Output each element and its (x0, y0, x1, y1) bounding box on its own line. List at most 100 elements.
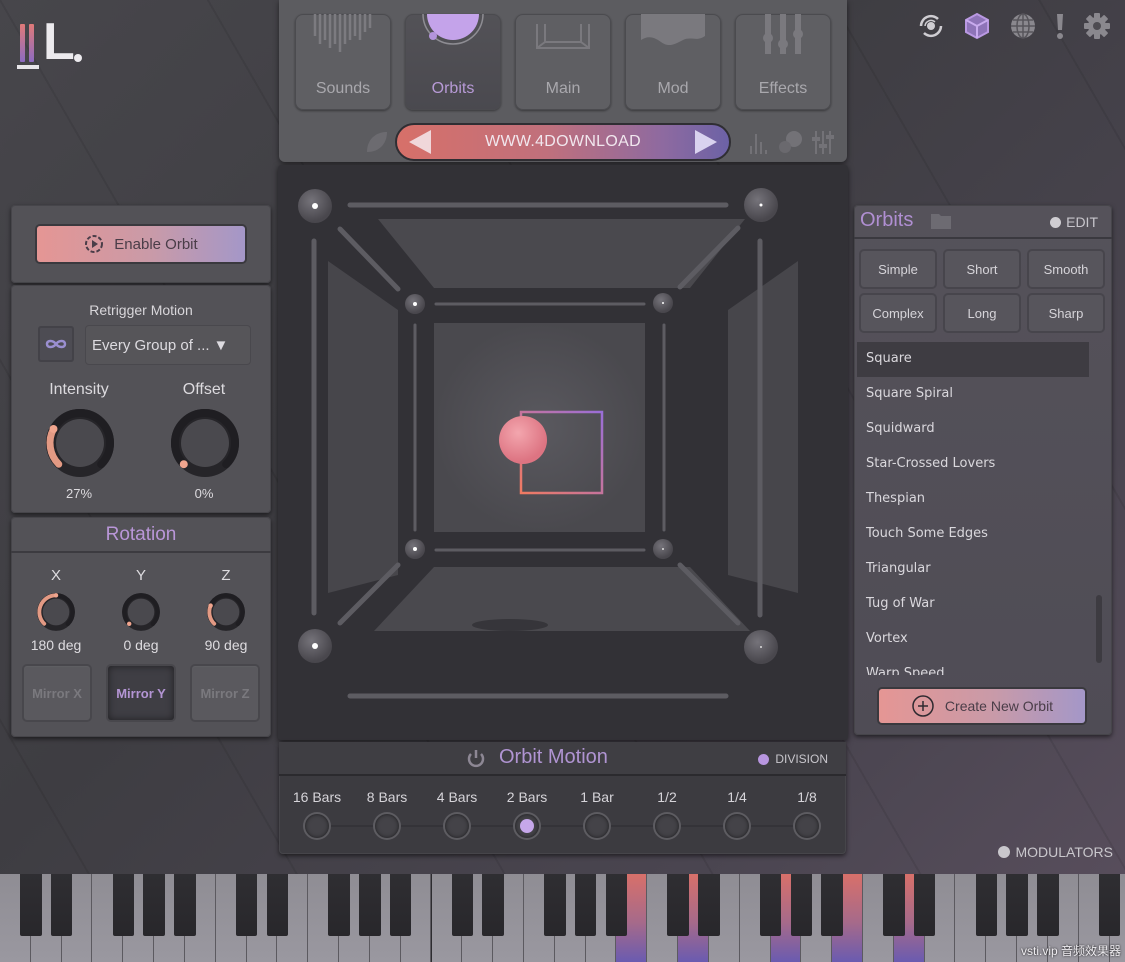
black-key[interactable] (605, 874, 628, 936)
division-toggle[interactable]: DIVISION (758, 752, 828, 766)
intensity-knob[interactable] (44, 407, 116, 479)
black-key[interactable] (50, 874, 73, 936)
division-label-6: 1/4 (727, 789, 747, 805)
edit-toggle[interactable]: EDIT (1050, 214, 1098, 230)
black-key[interactable] (328, 874, 350, 936)
next-preset-button[interactable] (695, 130, 717, 154)
rotation-z-knob[interactable] (206, 592, 246, 632)
power-icon[interactable] (465, 748, 487, 770)
orbit-list-item[interactable]: Tug of War (857, 587, 1089, 622)
black-key[interactable] (359, 874, 381, 936)
modulators-toggle[interactable]: MODULATORS (997, 844, 1114, 860)
rotation-x-knob[interactable] (36, 592, 76, 632)
black-key[interactable] (790, 874, 813, 936)
division-radio[interactable] (445, 814, 469, 838)
black-key[interactable] (913, 874, 936, 936)
offset-knob[interactable] (169, 407, 241, 479)
tab-sounds[interactable]: Sounds (295, 14, 391, 110)
orbit-list-item[interactable]: Squidward (857, 412, 1089, 447)
black-key[interactable] (883, 874, 905, 936)
black-key[interactable] (544, 874, 566, 936)
cube-icon[interactable] (961, 10, 993, 42)
orbit-3d-viewport[interactable] (278, 165, 848, 740)
category-long-button[interactable]: Long (945, 295, 1019, 331)
black-key[interactable] (574, 874, 597, 936)
division-radio[interactable] (515, 814, 539, 838)
tab-effects[interactable]: Effects (735, 14, 831, 110)
previous-preset-button[interactable] (409, 130, 431, 154)
black-key[interactable] (759, 874, 782, 936)
division-radio[interactable] (585, 814, 609, 838)
enable-orbit-button[interactable]: Enable Orbit (37, 226, 245, 262)
mixer-icon[interactable] (809, 128, 837, 156)
axis-z-label: Z (221, 567, 231, 584)
orbit-list-item[interactable]: Square Spiral (857, 377, 1089, 412)
category-sharp-button[interactable]: Sharp (1029, 295, 1103, 331)
black-key[interactable] (389, 874, 412, 936)
bar-chart-icon[interactable] (745, 128, 773, 156)
black-key[interactable] (451, 874, 474, 936)
black-key[interactable] (112, 874, 135, 936)
orbit-list-item[interactable]: Thespian (857, 482, 1089, 517)
orbit-ball[interactable] (499, 416, 547, 464)
division-radio[interactable] (655, 814, 679, 838)
tab-orbits[interactable]: Orbits (405, 14, 501, 110)
orbit-list-item[interactable]: Warp Speed (857, 657, 1089, 675)
modulators-label: MODULATORS (1015, 844, 1114, 860)
globe-icon[interactable] (1007, 10, 1039, 42)
plus-circle-icon (912, 695, 934, 717)
orbit-list-item[interactable]: Square (857, 342, 1089, 377)
black-key[interactable] (667, 874, 689, 936)
orbit-list-item[interactable]: Star-Crossed Lovers (857, 447, 1089, 482)
logo-bar (20, 24, 25, 62)
orbit-list-item[interactable]: Touch Some Edges (857, 517, 1089, 552)
preset-name[interactable]: WWW.4DOWNLOAD (485, 133, 641, 151)
black-key[interactable] (143, 874, 165, 936)
tab-main[interactable]: Main (515, 14, 611, 110)
category-complex-button[interactable]: Complex (861, 295, 935, 331)
black-key[interactable] (20, 874, 42, 936)
black-key[interactable] (1098, 874, 1121, 936)
black-key[interactable] (1006, 874, 1028, 936)
tab-label: Orbits (431, 80, 475, 97)
rotation-y-knob[interactable] (121, 592, 161, 632)
tab-mod[interactable]: Mod (625, 14, 721, 110)
black-key[interactable] (174, 874, 196, 936)
alert-icon[interactable] (1053, 10, 1067, 42)
folder-icon[interactable] (930, 212, 952, 230)
category-simple-button[interactable]: Simple (861, 251, 935, 287)
division-label-2: 4 Bars (436, 789, 478, 805)
orbit-list-item[interactable]: Triangular (857, 552, 1089, 587)
black-key[interactable] (975, 874, 998, 936)
loop-toggle-button[interactable] (38, 326, 74, 362)
retrigger-selected: Every Group of ... (92, 336, 210, 354)
division-label-7: 1/8 (797, 789, 817, 805)
division-label-5: 1/2 (657, 789, 677, 805)
leaf-icon[interactable] (363, 128, 391, 156)
black-key[interactable] (821, 874, 843, 936)
retrigger-dropdown[interactable]: Every Group of ... ▼ (85, 325, 251, 365)
category-smooth-button[interactable]: Smooth (1029, 251, 1103, 287)
gear-icon[interactable] (1081, 10, 1113, 42)
black-key[interactable] (266, 874, 289, 936)
mirror-z-button[interactable]: Mirror Z (192, 666, 258, 720)
create-new-orbit-button[interactable]: Create New Orbit (879, 689, 1085, 723)
orbit-list-scrollbar[interactable] (1096, 595, 1102, 663)
black-key[interactable] (235, 874, 258, 936)
orbit-list-item[interactable]: Vortex (857, 622, 1089, 657)
division-radio[interactable] (795, 814, 819, 838)
black-key[interactable] (482, 874, 504, 936)
black-key[interactable] (698, 874, 720, 936)
tab-label: Sounds (315, 80, 371, 97)
watermark: vsti.vip 音频效果器 (1020, 944, 1121, 958)
black-key[interactable] (1037, 874, 1059, 936)
mirror-y-button[interactable]: Mirror Y (108, 666, 174, 720)
division-radio[interactable] (375, 814, 399, 838)
bubbles-icon[interactable] (777, 128, 805, 156)
division-radio[interactable] (305, 814, 329, 838)
galaxy-icon[interactable] (915, 10, 947, 42)
mirror-x-button[interactable]: Mirror X (24, 666, 90, 720)
enable-orbit-panel: Enable Orbit (11, 205, 271, 283)
category-short-button[interactable]: Short (945, 251, 1019, 287)
division-radio[interactable] (725, 814, 749, 838)
